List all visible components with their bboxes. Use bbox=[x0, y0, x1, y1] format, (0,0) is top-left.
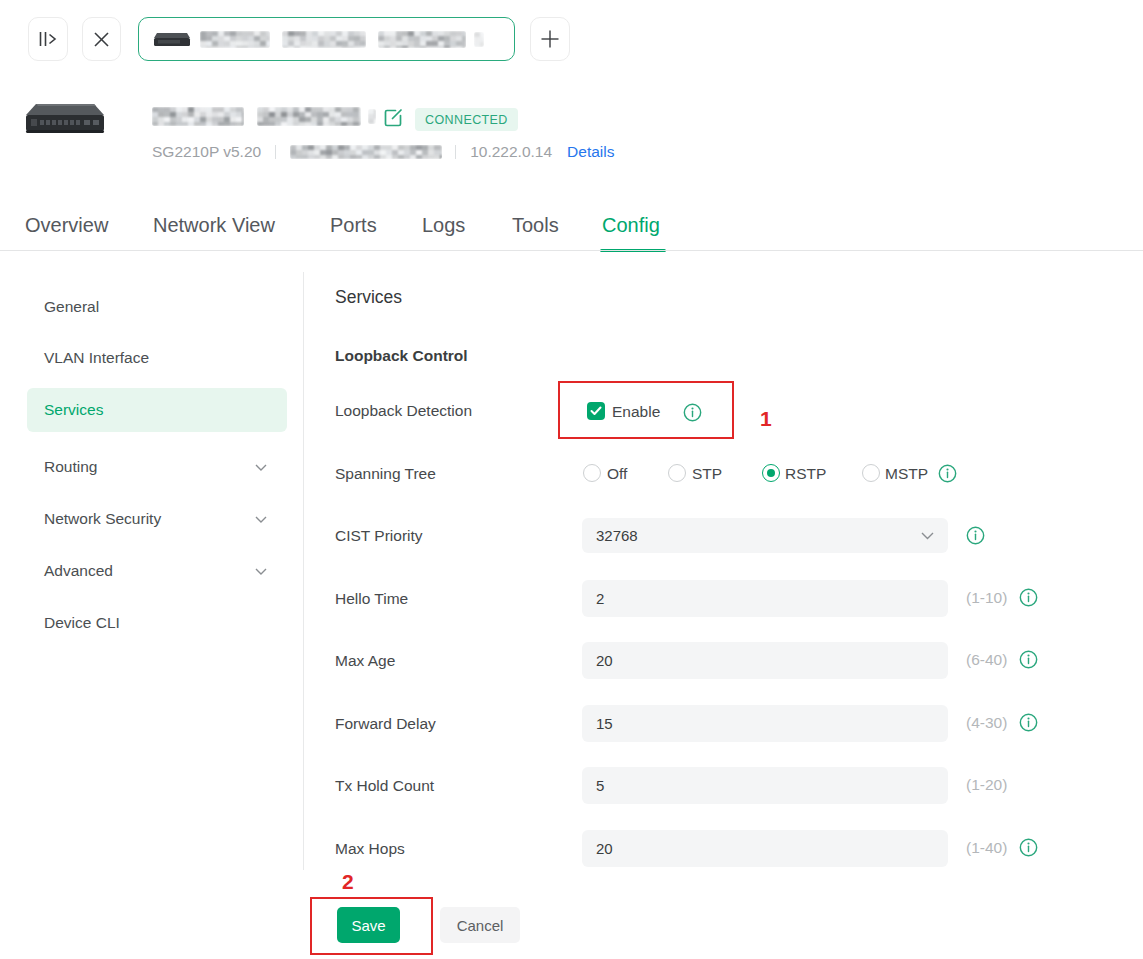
chevron-down-icon bbox=[921, 532, 934, 540]
cancel-button[interactable]: Cancel bbox=[440, 907, 520, 943]
radio-off[interactable] bbox=[583, 464, 601, 482]
tabs-divider bbox=[0, 250, 1143, 251]
hello-time-range: (1-10) bbox=[966, 589, 1007, 607]
radio-mstp-label[interactable]: MSTP bbox=[885, 465, 928, 483]
add-tab-button[interactable] bbox=[530, 17, 570, 61]
status-badge: CONNECTED bbox=[415, 108, 518, 131]
tx-hold-count-input[interactable]: 5 bbox=[582, 767, 948, 804]
radio-stp-label[interactable]: STP bbox=[692, 465, 722, 483]
details-link[interactable]: Details bbox=[567, 143, 614, 161]
tab-tools[interactable]: Tools bbox=[512, 214, 559, 237]
annotation-box-1 bbox=[558, 381, 734, 439]
max-age-info-icon[interactable] bbox=[1019, 650, 1038, 669]
annotation-step-2: 2 bbox=[342, 870, 354, 894]
cist-priority-label: CIST Priority bbox=[335, 527, 423, 545]
forward-delay-info-icon[interactable] bbox=[1019, 713, 1038, 732]
cist-priority-info-icon[interactable] bbox=[966, 526, 985, 545]
max-age-range: (6-40) bbox=[966, 651, 1007, 669]
max-hops-info-icon[interactable] bbox=[1019, 838, 1038, 857]
edit-device-name-icon[interactable] bbox=[383, 107, 404, 128]
collapse-panel-icon bbox=[39, 31, 58, 47]
chevron-down-icon bbox=[255, 464, 267, 471]
max-hops-range: (1-40) bbox=[966, 839, 1007, 857]
max-age-input[interactable]: 20 bbox=[582, 642, 948, 679]
collapse-panel-button[interactable] bbox=[28, 17, 68, 61]
radio-rstp[interactable] bbox=[762, 464, 780, 482]
sidebar-item-network-security[interactable]: Network Security bbox=[27, 497, 287, 541]
device-tab[interactable] bbox=[138, 17, 515, 61]
device-meta-line: SG2210P v5.20 10.222.0.14 Details bbox=[152, 142, 614, 161]
sidebar-item-services[interactable]: Services bbox=[27, 388, 287, 432]
radio-off-label[interactable]: Off bbox=[607, 465, 627, 483]
tab-network-view[interactable]: Network View bbox=[153, 214, 275, 237]
spanning-tree-info-icon[interactable] bbox=[938, 464, 957, 483]
forward-delay-input[interactable]: 15 bbox=[582, 705, 948, 742]
device-ip: 10.222.0.14 bbox=[470, 143, 552, 161]
annotation-step-1: 1 bbox=[760, 407, 772, 431]
close-tab-button[interactable] bbox=[82, 17, 121, 61]
forward-delay-label: Forward Delay bbox=[335, 715, 436, 733]
loopback-detection-label: Loopback Detection bbox=[335, 402, 472, 420]
tab-config[interactable]: Config bbox=[602, 214, 660, 237]
sidebar-item-device-cli[interactable]: Device CLI bbox=[27, 601, 287, 645]
radio-mstp[interactable] bbox=[862, 464, 880, 482]
tab-ports[interactable]: Ports bbox=[330, 214, 377, 237]
device-name-blurred bbox=[152, 107, 376, 126]
sidebar-item-routing[interactable]: Routing bbox=[27, 445, 287, 489]
forward-delay-range: (4-30) bbox=[966, 714, 1007, 732]
tx-hold-count-range: (1-20) bbox=[966, 776, 1007, 794]
device-tab-label-blurred bbox=[200, 31, 484, 48]
plus-icon bbox=[541, 30, 559, 48]
max-hops-input[interactable]: 20 bbox=[582, 830, 948, 867]
max-age-label: Max Age bbox=[335, 652, 395, 670]
separator bbox=[455, 145, 456, 159]
radio-stp[interactable] bbox=[668, 464, 686, 482]
device-thumbnail-icon bbox=[153, 31, 191, 48]
device-config-page: CONNECTED SG2210P v5.20 10.222.0.14 Deta… bbox=[0, 0, 1143, 959]
save-button[interactable]: Save bbox=[337, 907, 400, 943]
max-hops-label: Max Hops bbox=[335, 840, 405, 858]
sidebar-divider bbox=[303, 272, 304, 870]
tab-overview[interactable]: Overview bbox=[25, 214, 108, 237]
chevron-down-icon bbox=[255, 516, 267, 523]
radio-rstp-label[interactable]: RSTP bbox=[785, 465, 826, 483]
hello-time-input[interactable]: 2 bbox=[582, 580, 948, 617]
spanning-tree-label: Spanning Tree bbox=[335, 465, 436, 483]
section-title: Loopback Control bbox=[335, 347, 468, 365]
sidebar-item-vlan-interface[interactable]: VLAN Interface bbox=[27, 336, 287, 380]
device-model: SG2210P v5.20 bbox=[152, 143, 261, 161]
sidebar-item-general[interactable]: General bbox=[27, 285, 287, 329]
cist-priority-select[interactable]: 32768 bbox=[582, 518, 948, 553]
page-title: Services bbox=[335, 287, 402, 308]
device-photo bbox=[24, 100, 109, 138]
tx-hold-count-label: Tx Hold Count bbox=[335, 777, 434, 795]
tab-logs[interactable]: Logs bbox=[422, 214, 465, 237]
device-mac-blurred bbox=[290, 145, 442, 159]
close-icon bbox=[94, 32, 109, 47]
hello-time-info-icon[interactable] bbox=[1019, 588, 1038, 607]
sidebar-item-advanced[interactable]: Advanced bbox=[27, 549, 287, 593]
hello-time-label: Hello Time bbox=[335, 590, 408, 608]
separator bbox=[275, 145, 276, 159]
chevron-down-icon bbox=[255, 568, 267, 575]
